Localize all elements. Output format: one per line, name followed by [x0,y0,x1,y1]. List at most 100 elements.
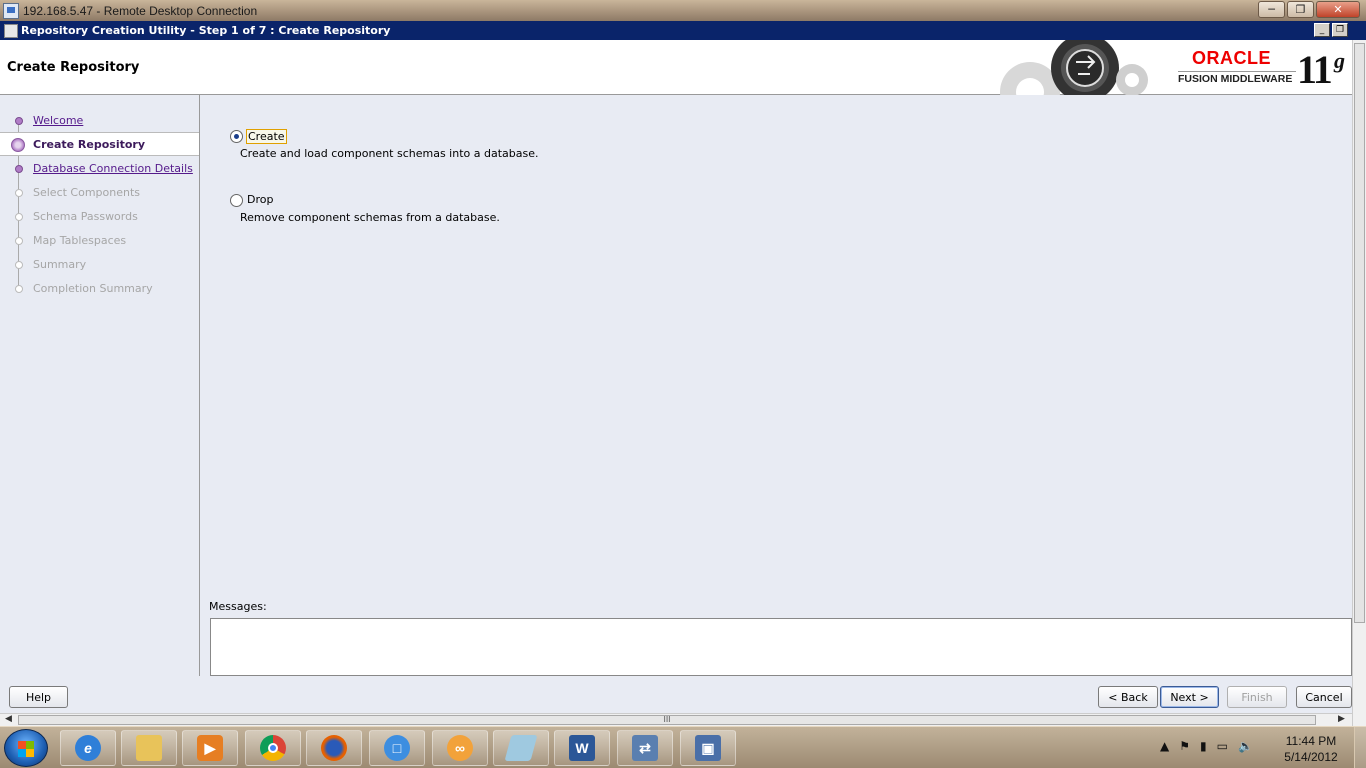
chrome-icon [260,735,286,761]
system-tray: ▲ ⚑ ▮ ▭ 🔈 [1160,739,1253,753]
back-button[interactable]: < Back [1098,686,1158,708]
rdp-window-title: 192.168.5.47 - Remote Desktop Connection [23,3,258,18]
help-button[interactable]: Help [9,686,68,708]
wizard-button-bar: Help < Back Next > Finish Cancel [0,676,1352,713]
show-hidden-icons-icon[interactable]: ▲ [1160,739,1169,753]
internet-explorer-icon: e [75,735,101,761]
taskbar-firefox[interactable] [306,730,362,766]
restore-button[interactable]: ❐ [1287,1,1314,18]
nav-item-schema-passwords: Schema Passwords [0,205,199,229]
clock-time: 11:44 PM [1285,734,1337,748]
app-window-title: Repository Creation Utility - Step 1 of … [21,24,391,37]
horizontal-scroll-thumb[interactable]: III [18,715,1316,725]
drop-description: Remove component schemas from a database… [240,211,500,224]
nav-item-label: Database Connection Details [33,162,193,175]
taskbar-remote-desktop[interactable]: ▣ [680,730,736,766]
oracle-wordmark: ORACLE [1192,48,1271,68]
horizontal-scrollbar[interactable]: ◀ III ▶ [0,713,1352,726]
step-pending-icon [15,213,23,221]
firefox-icon [321,735,347,761]
messages-label: Messages: [209,600,267,613]
network-signal-icon[interactable]: ▭ [1217,739,1228,753]
nav-item-welcome[interactable]: Welcome [0,109,199,133]
rdp-window-controls: ─ ❐ ✕ [1258,1,1360,18]
taskbar-clock[interactable]: 11:44 PM 5/14/2012 [1278,733,1344,765]
page-header: Create Repository ORACLE FUSION MIDDLEWA… [0,40,1352,95]
app-window-icon: □ [384,735,410,761]
page-title: Create Repository [7,60,140,75]
vertical-scroll-thumb[interactable] [1354,43,1365,623]
product-name: FUSION MIDDLEWARE [1178,73,1293,85]
nav-item-label: Create Repository [33,138,146,151]
step-done-icon [15,117,23,125]
nav-item-label: Summary [33,258,87,271]
start-button[interactable] [4,729,48,767]
show-desktop-button[interactable] [1354,727,1366,768]
step-pending-icon [15,189,23,197]
app-window-controls: _ ❐ [1314,23,1348,37]
app-titlebar: Repository Creation Utility - Step 1 of … [0,21,1366,40]
remote-desktop-icon [3,2,19,19]
clock-date: 5/14/2012 [1284,750,1338,764]
nav-item-label: Map Tablespaces [33,234,127,247]
drop-radio[interactable] [230,194,243,207]
file-explorer-icon [136,735,162,761]
step-done-icon [15,165,23,173]
media-player-icon: ▶ [197,735,223,761]
version-suffix: g [1334,48,1345,73]
remote-desktop-icon: ▣ [695,735,721,761]
windows-taskbar: e ▶ □ ∞ W ⇄ ▣ ▲ ⚑ ▮ ▭ 🔈 11:44 PM 5/14/20… [0,726,1366,768]
taskbar-internet-explorer[interactable]: e [60,730,116,766]
step-pending-icon [15,261,23,269]
notepad-icon [504,735,538,761]
nav-item-completion-summary: Completion Summary [0,277,199,301]
minimize-button[interactable]: ─ [1258,1,1285,18]
step-pending-icon [15,237,23,245]
scroll-right-icon[interactable]: ▶ [1338,714,1345,724]
app-restore-button[interactable]: ❐ [1332,23,1348,37]
create-description: Create and load component schemas into a… [240,147,539,160]
action-center-flag-icon[interactable]: ⚑ [1179,739,1190,753]
taskbar-word[interactable]: W [554,730,610,766]
taskbar-notepad[interactable] [493,730,549,766]
logo-divider [1178,71,1296,72]
version-number: 11 [1297,47,1333,92]
gears-graphic-icon [1000,40,1148,95]
nav-item-select-components: Select Components [0,181,199,205]
finish-button: Finish [1227,686,1287,708]
nav-item-label: Select Components [33,186,141,199]
taskbar-app-window[interactable]: □ [369,730,425,766]
app-minimize-button[interactable]: _ [1314,23,1330,37]
nav-item-label: Welcome [33,114,84,127]
rdp-titlebar: 192.168.5.47 - Remote Desktop Connection… [0,0,1366,21]
volume-icon[interactable]: 🔈 [1238,739,1253,753]
cancel-button[interactable]: Cancel [1296,686,1352,708]
scroll-left-icon[interactable]: ◀ [5,714,12,724]
nav-item-label: Completion Summary [33,282,153,295]
main-panel: Create Create and load component schemas… [200,95,1352,676]
taskbar-app-orange[interactable]: ∞ [432,730,488,766]
taskbar-file-explorer[interactable] [121,730,177,766]
taskbar-media-player[interactable]: ▶ [182,730,238,766]
step-current-icon [11,138,25,152]
power-icon[interactable]: ▮ [1200,739,1207,753]
close-button[interactable]: ✕ [1316,1,1360,18]
taskbar-network-app[interactable]: ⇄ [617,730,673,766]
network-app-icon: ⇄ [632,735,658,761]
nav-item-database-connection-details[interactable]: Database Connection Details [0,157,199,181]
windows-logo-icon [18,741,34,757]
step-pending-icon [15,285,23,293]
word-icon: W [569,735,595,761]
next-button[interactable]: Next > [1160,686,1219,708]
nav-item-create-repository[interactable]: Create Repository [0,132,199,156]
vertical-scrollbar[interactable] [1352,40,1366,726]
taskbar-chrome[interactable] [245,730,301,766]
messages-area[interactable] [210,618,1352,676]
drop-radio-label[interactable]: Drop [246,193,274,206]
nav-item-summary: Summary [0,253,199,277]
create-radio-label[interactable]: Create [246,129,287,144]
wizard-steps-nav: Welcome Create Repository Database Conne… [0,95,200,676]
nav-item-map-tablespaces: Map Tablespaces [0,229,199,253]
create-radio[interactable] [230,130,243,143]
app-orange-icon: ∞ [447,735,473,761]
